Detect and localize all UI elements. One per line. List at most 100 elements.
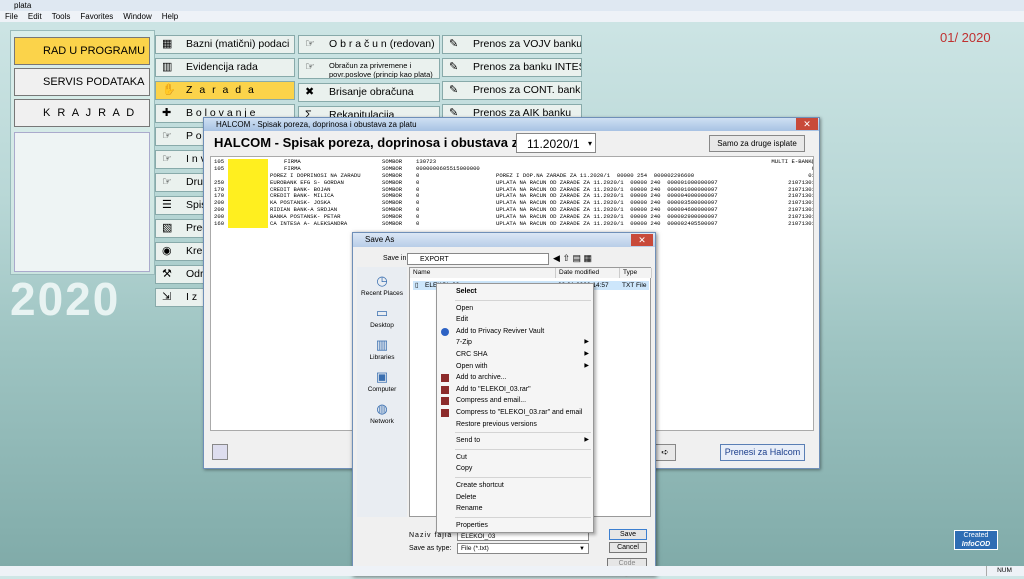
place-label: Desktop: [370, 322, 394, 329]
save-button[interactable]: Save: [609, 529, 647, 540]
context-item-label: Restore previous versions: [456, 420, 537, 428]
context-item-2[interactable]: Open: [437, 303, 595, 314]
servis-podataka-button[interactable]: SERVIS PODATAKA: [14, 68, 150, 96]
context-item-7[interactable]: Open with ▶: [437, 361, 595, 372]
menubar: File Edit Tools Favorites Window Help: [0, 11, 1024, 22]
place-label: Recent Places: [361, 290, 403, 297]
context-item-label: Edit: [456, 316, 469, 324]
menu_col1-item-1[interactable]: ▥ Evidencija rada: [155, 58, 295, 77]
hand-icon: ☞: [162, 153, 172, 165]
context-item-23[interactable]: Properties: [437, 520, 595, 531]
menu_col2-item-0[interactable]: ☞ O b r a č u n (redovan): [298, 35, 440, 54]
menu-separator: [455, 299, 591, 301]
menu-item-label: Prenos za VOJV banku: [473, 38, 582, 50]
samo-za-druge-isplate-button[interactable]: Samo za druge isplate: [709, 135, 805, 152]
context-item-16[interactable]: Cut: [437, 452, 595, 463]
context-item-3[interactable]: Edit: [437, 314, 595, 325]
context-item-12[interactable]: Restore previous versions: [437, 419, 595, 430]
column-name[interactable]: Name: [410, 268, 556, 278]
menu_col1-item-0[interactable]: ▦ Bazni (matični) podaci: [155, 35, 295, 54]
up-folder-icon[interactable]: ⇧: [562, 253, 570, 263]
context-item-19[interactable]: Create shortcut: [437, 480, 595, 491]
status-bar: [0, 566, 1024, 576]
context-item-0[interactable]: Select: [437, 286, 595, 297]
menu_col1-item-2[interactable]: ✋ Z a r a d a: [155, 81, 295, 100]
context-item-9[interactable]: Add to "ELEKOI_03.rar": [437, 384, 595, 395]
network-icon: ◍: [376, 401, 388, 416]
menu-favorites[interactable]: Favorites: [80, 12, 113, 21]
winrar-icon: [441, 385, 449, 394]
calendar-icon: ▥: [162, 61, 173, 73]
calculator-icon[interactable]: [212, 444, 228, 460]
menu-item-label: Bazni (matični) podaci: [186, 38, 290, 50]
kraj-rada-button[interactable]: K R A J R A D A: [14, 99, 150, 145]
context-item-5[interactable]: 7-Zip ▶: [437, 337, 595, 348]
halcom-window-titlebar[interactable]: HALCOM - Spisak poreza, doprinosa i obus…: [204, 118, 819, 131]
context-item-14[interactable]: Send to ▶: [437, 435, 595, 446]
save-in-label: Save in:: [383, 255, 409, 262]
place-label: Computer: [367, 386, 397, 393]
place-label: Network: [370, 418, 394, 425]
save-as-titlebar[interactable]: Save As: [353, 233, 655, 247]
view-menu-icon[interactable]: ▦: [584, 253, 593, 263]
menu_col3-item-2[interactable]: ✎ Prenos za CONT. banku: [442, 81, 582, 100]
places-bar: ◷ Recent Places ▭ Desktop ▥ Libraries ▣ Compute…: [357, 267, 407, 517]
medical-icon: ✚: [162, 107, 172, 119]
app-title: plata: [14, 1, 32, 10]
context-item-label: Compress and email...: [456, 397, 527, 405]
listing-cell-c: SOMBOR: [382, 220, 403, 228]
menu-edit[interactable]: Edit: [28, 12, 42, 21]
context-item-11[interactable]: Compress to "ELEKOI_03.rar" and email: [437, 407, 595, 418]
submenu-arrow-icon: ▶: [584, 362, 589, 369]
column-type[interactable]: Type: [620, 268, 652, 278]
back-icon[interactable]: ◀: [553, 253, 560, 263]
place-network[interactable]: ◍ Network: [357, 401, 407, 425]
period-select[interactable]: 11.2020/1 ▾: [516, 133, 596, 153]
menu-separator: [455, 432, 591, 434]
context-item-17[interactable]: Copy: [437, 463, 595, 474]
menu-help[interactable]: Help: [162, 12, 178, 21]
money-icon: ✋: [162, 84, 178, 96]
context-item-label: Copy: [456, 465, 473, 473]
context-item-10[interactable]: Compress and email...: [437, 395, 595, 406]
computer-icon: ▣: [375, 369, 389, 384]
context-item-4[interactable]: Add to Privacy Reviver Vault: [437, 326, 595, 337]
clock-icon: ◷: [376, 273, 388, 288]
new-folder-icon[interactable]: ▤: [573, 253, 582, 263]
menu_col3-item-1[interactable]: ✎ Prenos za banku INTESA: [442, 58, 582, 77]
context-item-label: Add to archive...: [456, 374, 507, 382]
dialog-title: Save As: [365, 235, 395, 244]
place-libraries[interactable]: ▥ Libraries: [357, 337, 407, 361]
close-icon[interactable]: ✕: [796, 118, 818, 130]
menu-tools[interactable]: Tools: [52, 12, 71, 21]
listing-name: CA INTESA A- ALEKSANDRA: [270, 220, 348, 228]
context-item-21[interactable]: Rename: [437, 503, 595, 514]
menu_col3-item-0[interactable]: ✎ Prenos za VOJV banku: [442, 35, 582, 54]
context-item-label: Cut: [456, 453, 467, 461]
place-desktop[interactable]: ▭ Desktop: [357, 305, 407, 329]
close-icon[interactable]: ✕: [631, 234, 653, 246]
prenesi-za-halcom-button[interactable]: Prenesi za Halcom: [720, 444, 805, 461]
place-recent-places[interactable]: ◷ Recent Places: [357, 273, 407, 297]
column-date-modified[interactable]: Date modified: [556, 268, 620, 278]
table-icon: ▦: [162, 38, 173, 50]
list-icon: ☰: [162, 199, 172, 211]
context-item-20[interactable]: Delete: [437, 492, 595, 503]
menu-window[interactable]: Window: [123, 12, 151, 21]
rad-u-programu-button[interactable]: RAD U PROGRAMU: [14, 37, 150, 65]
save-as-type-select[interactable]: File (*.txt) ▼: [457, 543, 589, 554]
menu_col2-item-1[interactable]: ☞ Obračun za privremene i povr.poslove (p…: [298, 58, 440, 79]
shield-icon: [441, 327, 449, 336]
save-in-select[interactable]: EXPORT: [407, 253, 549, 265]
place-computer[interactable]: ▣ Computer: [357, 369, 407, 393]
context-item-8[interactable]: Add to archive...: [437, 372, 595, 383]
arrow-right-icon[interactable]: ➪: [654, 444, 676, 461]
menu-file[interactable]: File: [5, 12, 18, 21]
menu_col2-item-2[interactable]: ✖ Brisanje obračuna: [298, 83, 440, 102]
logo-top: Created: [963, 532, 989, 539]
listing-cell-d: 0: [416, 171, 420, 179]
cancel-button[interactable]: Cancel: [609, 542, 647, 553]
context-menu: Select Open Edit Add to Privacy Reviver Vau…: [436, 283, 594, 533]
context-item-6[interactable]: CRC SHA ▶: [437, 349, 595, 360]
context-item-label: Select: [456, 288, 477, 295]
